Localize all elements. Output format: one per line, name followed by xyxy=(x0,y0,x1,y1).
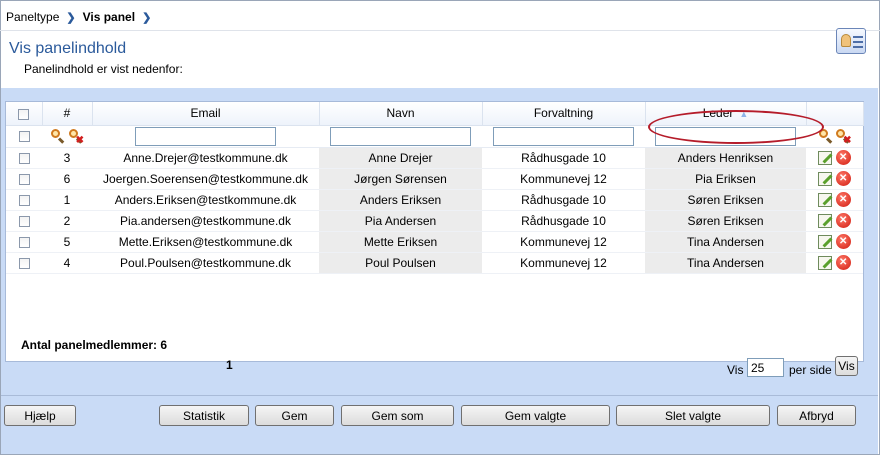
edit-icon[interactable] xyxy=(818,234,833,249)
delete-icon[interactable]: ✕ xyxy=(835,255,851,271)
column-header-num[interactable]: # xyxy=(42,102,93,126)
content-panel: # Email Navn Forvaltning Leder ▲ ✖ ✖ 3 A… xyxy=(1,88,878,454)
delete-icon[interactable]: ✕ xyxy=(835,213,851,229)
page-title: Vis panelindhold xyxy=(9,40,127,57)
cell-navn: Jørgen Sørensen xyxy=(319,168,482,190)
afbryd-button[interactable]: Afbryd xyxy=(777,405,856,426)
cell-leder: Anders Henriksen xyxy=(645,147,806,169)
breadcrumb-chevron-icon: ❯ xyxy=(142,11,152,24)
member-count: Antal panelmedlemmer: 6 xyxy=(21,338,167,352)
table-row: 5 Mette.Eriksen@testkommune.dk Mette Eri… xyxy=(6,231,863,253)
gem-button[interactable]: Gem xyxy=(255,405,334,426)
table-row: 4 Poul.Poulsen@testkommune.dk Poul Pouls… xyxy=(6,252,863,274)
vis-label: Vis xyxy=(727,363,744,377)
search-icon[interactable] xyxy=(51,129,65,145)
member-count-label: Antal panelmedlemmer: xyxy=(21,338,158,352)
help-button[interactable]: Hjælp xyxy=(4,405,76,426)
divider xyxy=(0,30,880,31)
page-subtitle: Panelindhold er vist nedenfor: xyxy=(24,62,183,76)
cell-num: 6 xyxy=(42,168,92,190)
cell-leder: Tina Andersen xyxy=(645,231,806,253)
cell-num: 1 xyxy=(42,189,92,211)
edit-icon[interactable] xyxy=(818,150,833,165)
cell-email: Anders.Eriksen@testkommune.dk xyxy=(92,189,319,211)
edit-icon[interactable] xyxy=(818,213,833,228)
cell-num: 4 xyxy=(42,252,92,274)
leder-highlight-oval xyxy=(648,110,824,144)
cell-email: Mette.Eriksen@testkommune.dk xyxy=(92,231,319,253)
search-icon[interactable] xyxy=(818,129,833,145)
edit-icon[interactable] xyxy=(818,192,833,207)
panel-grid: # Email Navn Forvaltning Leder ▲ ✖ ✖ 3 A… xyxy=(5,101,864,362)
gem-som-button[interactable]: Gem som xyxy=(341,405,454,426)
table-row: 3 Anne.Drejer@testkommune.dk Anne Drejer… xyxy=(6,147,863,169)
navn-filter-input[interactable] xyxy=(330,126,471,146)
cell-num: 5 xyxy=(42,231,92,253)
select-all-cell xyxy=(6,102,43,126)
vis-button[interactable]: Vis xyxy=(835,356,858,376)
forvaltning-filter-input[interactable] xyxy=(493,126,634,146)
slet-valgte-button[interactable]: Slet valgte xyxy=(616,405,770,426)
delete-icon[interactable]: ✕ xyxy=(835,150,851,166)
clear-search-icon[interactable]: ✖ xyxy=(68,129,84,146)
breadcrumb-chevron-icon: ❯ xyxy=(66,11,76,24)
gem-valgte-button[interactable]: Gem valgte xyxy=(461,405,610,426)
statistik-button[interactable]: Statistik xyxy=(159,405,249,426)
cell-num: 2 xyxy=(42,210,92,232)
cell-num: 3 xyxy=(42,147,92,169)
per-page-input[interactable] xyxy=(747,358,784,377)
cell-email: Poul.Poulsen@testkommune.dk xyxy=(92,252,319,274)
select-all-checkbox[interactable] xyxy=(18,108,30,120)
divider xyxy=(1,395,878,396)
column-header-email[interactable]: Email xyxy=(92,102,320,126)
cell-forvaltning: Rådhusgade 10 xyxy=(482,189,645,211)
cell-forvaltning: Rådhusgade 10 xyxy=(482,147,645,169)
cell-navn: Anne Drejer xyxy=(319,147,482,169)
delete-icon[interactable]: ✕ xyxy=(835,171,851,187)
cell-navn: Mette Eriksen xyxy=(319,231,482,253)
cell-leder: Pia Eriksen xyxy=(645,168,806,190)
cell-email: Joergen.Soerensen@testkommune.dk xyxy=(92,168,319,190)
cell-email: Pia.andersen@testkommune.dk xyxy=(92,210,319,232)
breadcrumb-item-vis-panel: Vis panel xyxy=(82,10,136,24)
row-checkbox[interactable] xyxy=(18,173,30,185)
cell-leder: Søren Eriksen xyxy=(645,210,806,232)
delete-icon[interactable]: ✕ xyxy=(835,234,851,250)
row-checkbox[interactable] xyxy=(18,152,30,164)
cell-navn: Poul Poulsen xyxy=(319,252,482,274)
page-number[interactable]: 1 xyxy=(226,358,233,372)
email-filter-input[interactable] xyxy=(135,126,276,146)
cell-leder: Tina Andersen xyxy=(645,252,806,274)
delete-icon[interactable]: ✕ xyxy=(835,192,851,208)
column-header-navn[interactable]: Navn xyxy=(319,102,483,126)
row-checkbox[interactable] xyxy=(18,257,30,269)
row-checkbox[interactable] xyxy=(18,194,30,206)
edit-icon[interactable] xyxy=(818,255,833,270)
breadcrumb-item-paneltype[interactable]: Paneltype xyxy=(6,10,59,24)
edit-icon[interactable] xyxy=(818,171,833,186)
cell-forvaltning: Kommunevej 12 xyxy=(482,231,645,253)
cell-email: Anne.Drejer@testkommune.dk xyxy=(92,147,319,169)
row-checkbox[interactable] xyxy=(18,236,30,248)
breadcrumb: Paneltype ❯ Vis panel ❯ xyxy=(6,8,151,26)
cell-forvaltning: Kommunevej 12 xyxy=(482,168,645,190)
row-checkbox[interactable] xyxy=(18,215,30,227)
table-row: 2 Pia.andersen@testkommune.dk Pia Anders… xyxy=(6,210,863,232)
clear-search-icon[interactable]: ✖ xyxy=(836,129,852,146)
member-count-value: 6 xyxy=(160,338,168,352)
filter-row-checkbox[interactable] xyxy=(18,131,30,143)
cell-forvaltning: Kommunevej 12 xyxy=(482,252,645,274)
cell-navn: Pia Andersen xyxy=(319,210,482,232)
table-row: 6 Joergen.Soerensen@testkommune.dk Jørge… xyxy=(6,168,863,190)
cell-leder: Søren Eriksen xyxy=(645,189,806,211)
cell-navn: Anders Eriksen xyxy=(319,189,482,211)
contact-card-icon[interactable] xyxy=(836,28,866,54)
per-side-label: per side xyxy=(789,363,832,377)
cell-forvaltning: Rådhusgade 10 xyxy=(482,210,645,232)
column-header-forvaltning[interactable]: Forvaltning xyxy=(482,102,646,126)
table-row: 1 Anders.Eriksen@testkommune.dk Anders E… xyxy=(6,189,863,211)
